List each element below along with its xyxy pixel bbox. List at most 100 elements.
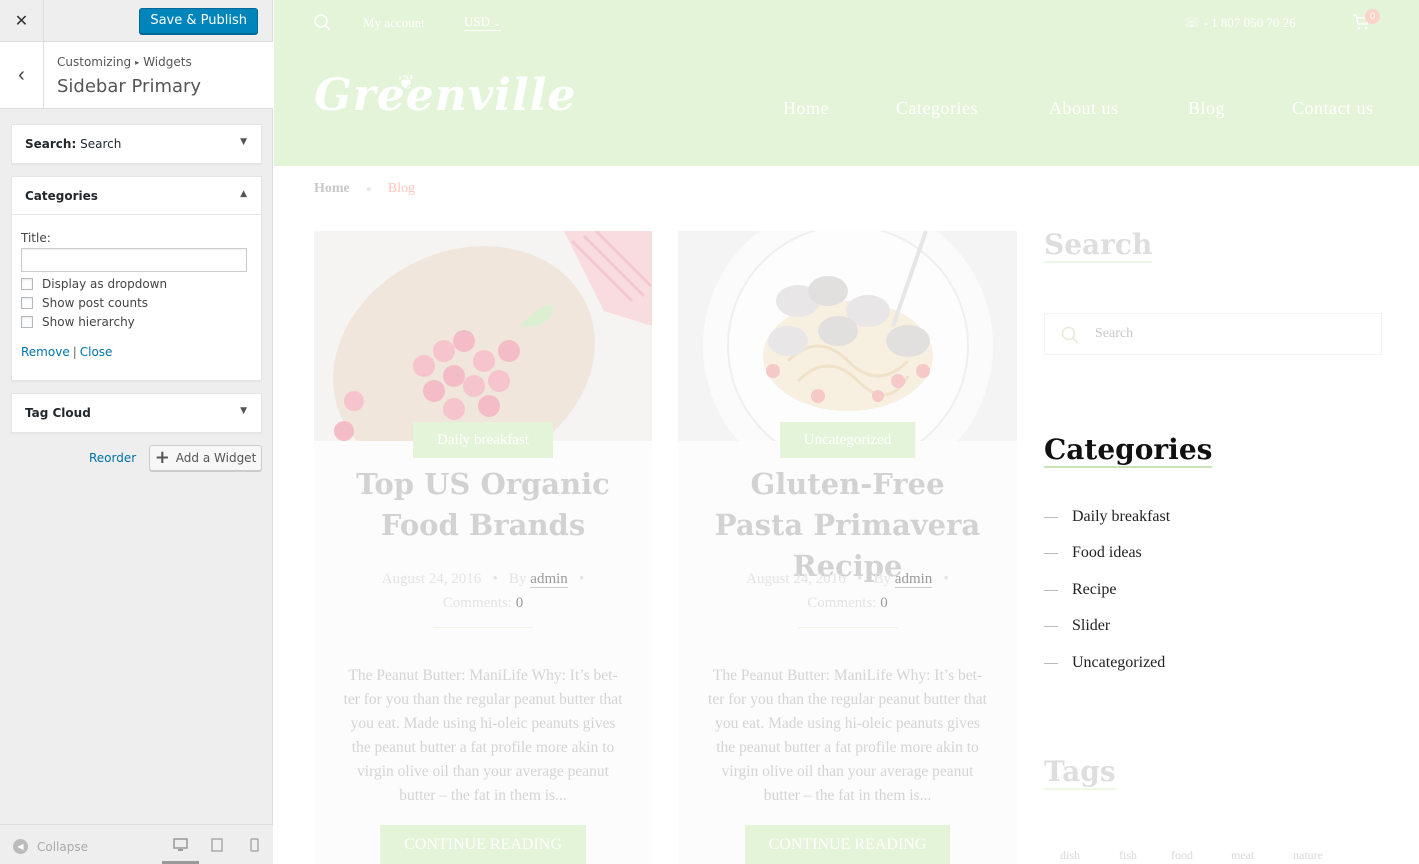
dash-icon <box>1044 625 1058 627</box>
post-card: Uncategorized Gluten-Free Pasta Primaver… <box>678 231 1017 864</box>
checkbox-box[interactable] <box>21 316 33 328</box>
continue-reading-button[interactable]: CONTINUE READING <box>744 825 951 864</box>
caret-down-icon[interactable]: ▼ <box>240 406 247 416</box>
post-author[interactable]: admin <box>894 571 933 588</box>
post-comments-count[interactable]: 0 <box>880 595 888 611</box>
widget-categories-header[interactable]: Categories ▲ <box>12 177 261 215</box>
close-icon[interactable]: ✕ <box>0 0 44 42</box>
section-title: Sidebar Primary <box>57 76 202 97</box>
checkbox-label: Display as dropdown <box>42 277 168 291</box>
customizer-header: ✕ Save & Publish <box>0 0 272 42</box>
caret-down-icon[interactable]: ▼ <box>240 137 247 147</box>
dash-icon <box>1044 589 1058 591</box>
dash-icon <box>1044 552 1058 554</box>
widget-categories-label: Categories <box>25 189 98 203</box>
checkbox-box[interactable] <box>21 278 33 290</box>
save-publish-button[interactable]: Save & Publish <box>139 8 258 34</box>
desktop-preview-icon[interactable] <box>172 837 188 853</box>
post-excerpt: The Peanut Butter: ManiLife Why: It’s be… <box>708 667 987 804</box>
currency-select[interactable]: USD ⌄ <box>464 14 501 31</box>
category-link[interactable]: Slider <box>1044 617 1110 635</box>
tag-link[interactable]: dish <box>1060 848 1080 863</box>
nav-home[interactable]: Home <box>783 98 829 119</box>
widget-search[interactable]: Search: Search ▼ <box>11 124 262 164</box>
checkbox-show-post-counts[interactable]: Show post counts <box>21 296 252 310</box>
customizer-footer: ◀ Collapse <box>0 824 273 864</box>
tag-link[interactable]: nature <box>1293 848 1323 863</box>
checkbox-label: Show post counts <box>42 296 149 310</box>
breadcrumb-widgets: Widgets <box>143 55 192 69</box>
caret-up-icon[interactable]: ▲ <box>240 189 247 199</box>
widget-tag-cloud-label: Tag Cloud <box>25 406 91 420</box>
category-link[interactable]: Daily breakfast <box>1044 508 1170 526</box>
site-logo[interactable]: Greenville <box>314 70 576 121</box>
breadcrumb-current: Blog <box>387 181 416 196</box>
dash-icon <box>1044 516 1058 518</box>
breadcrumb: Home ● Blog <box>314 181 415 197</box>
mobile-preview-icon[interactable] <box>246 837 262 853</box>
widget-search-label: Search: <box>25 137 77 151</box>
checkbox-show-hierarchy[interactable]: Show hierarchy <box>21 315 252 329</box>
sidebar-categories-title: Categories <box>1044 433 1213 468</box>
site-preview: My account USD ⌄ ☏ - 1 807 050 70 26 0 ❦… <box>274 0 1419 864</box>
my-account-link[interactable]: My account <box>363 15 425 31</box>
dash-icon <box>1044 662 1058 664</box>
add-widget-button[interactable]: + Add a Widget <box>149 445 262 471</box>
chevron-down-icon: ⌄ <box>493 18 501 28</box>
checkbox-display-dropdown[interactable]: Display as dropdown <box>21 277 252 291</box>
widget-search-header[interactable]: Search: Search ▼ <box>12 125 261 163</box>
separator: | <box>72 345 77 359</box>
post-comments-label: Comments: <box>807 595 877 611</box>
reorder-link[interactable]: Reorder <box>89 451 136 465</box>
continue-reading-button[interactable]: CONTINUE READING <box>380 825 586 864</box>
section-header: ‹ Customizing ▸ Widgets Sidebar Primary <box>0 42 273 109</box>
post-divider <box>433 627 533 628</box>
checkbox-box[interactable] <box>21 297 33 309</box>
search-placeholder: Search <box>1095 326 1134 341</box>
breadcrumb-home[interactable]: Home <box>314 181 350 196</box>
breadcrumb-customizing: Customizing <box>57 55 132 69</box>
category-link[interactable]: Food ideas <box>1044 544 1142 562</box>
widget-actions: Remove | Close <box>21 345 252 359</box>
tag-link[interactable]: fish <box>1119 848 1137 863</box>
collapse-button[interactable]: ◀ Collapse <box>13 839 88 854</box>
breadcrumb-separator-icon: ▸ <box>135 58 140 67</box>
post-date: August 24, 2016 <box>746 571 846 587</box>
tag-link[interactable]: food <box>1171 848 1193 863</box>
post-image-pasta[interactable] <box>678 231 1017 441</box>
sidebar-search-title: Search <box>1044 228 1153 263</box>
category-label: Uncategorized <box>1072 654 1166 671</box>
category-label: Daily breakfast <box>1072 508 1171 525</box>
back-arrow-icon[interactable]: ‹ <box>0 42 44 108</box>
close-link[interactable]: Close <box>80 345 113 359</box>
category-link[interactable]: Uncategorized <box>1044 654 1165 672</box>
post-date: August 24, 2016 <box>381 571 482 587</box>
currency-value: USD <box>464 14 491 29</box>
post-by: By <box>873 571 892 587</box>
widget-tag-cloud[interactable]: Tag Cloud ▼ <box>11 393 262 433</box>
post-excerpt: The Peanut Butter: ManiLife Why: It’s be… <box>343 667 623 804</box>
post-title[interactable]: Top US Organic Food Brands <box>314 464 652 546</box>
post-comments-count[interactable]: 0 <box>516 595 524 611</box>
widget-search-subtitle: Search <box>80 137 122 151</box>
nav-categories[interactable]: Categories <box>896 98 978 119</box>
post-image-raspberries[interactable] <box>314 231 652 441</box>
post-author[interactable]: admin <box>530 571 568 588</box>
tablet-preview-icon[interactable] <box>209 837 225 853</box>
post-category-badge[interactable]: Uncategorized <box>779 422 916 458</box>
site-sidebar: Search Search Categories Daily breakfast… <box>1044 0 1389 864</box>
search-icon <box>1061 326 1079 344</box>
remove-link[interactable]: Remove <box>21 345 70 359</box>
search-icon[interactable] <box>314 14 331 31</box>
category-link[interactable]: Recipe <box>1044 581 1116 599</box>
tag-link[interactable]: meat <box>1231 848 1254 863</box>
post-card: Daily breakfast Top US Organic Food Bran… <box>314 231 652 864</box>
category-label: Slider <box>1072 617 1111 634</box>
sidebar-search-input[interactable]: Search <box>1044 313 1382 355</box>
widget-tag-cloud-header[interactable]: Tag Cloud ▼ <box>12 394 261 432</box>
post-category-badge[interactable]: Daily breakfast <box>412 422 554 458</box>
title-input[interactable] <box>21 248 247 272</box>
breadcrumb: Customizing ▸ Widgets <box>57 55 192 69</box>
post-by: By <box>509 571 527 587</box>
customizer-panel: ✕ Save & Publish ‹ Customizing ▸ Widgets S… <box>0 0 273 864</box>
